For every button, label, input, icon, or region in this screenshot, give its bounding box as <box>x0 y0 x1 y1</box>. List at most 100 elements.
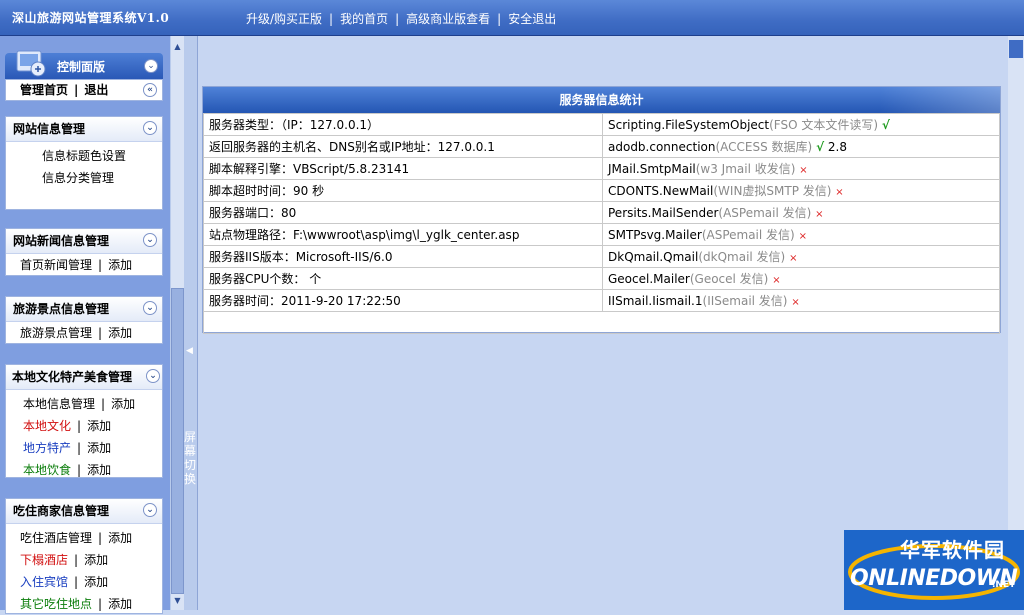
local-culture-link[interactable]: 本地文化 <box>23 419 71 433</box>
local-info-link[interactable]: 本地信息管理 <box>23 397 95 411</box>
server-info-cell: 站点物理路径：F:\wwwroot\asp\img\l_yglk_center.… <box>203 223 603 246</box>
title-decoration <box>880 87 1000 113</box>
merchant-panel: 吃住商家信息管理 ⌄ 吃住酒店管理 | 添加 下榻酒店 | 添加 入住宾馆 | 添加 其它吃住… <box>5 498 163 614</box>
collapse-sidebar-arrow-icon[interactable]: ◀ <box>186 346 193 356</box>
chevron-down-icon[interactable]: ⌄ <box>143 121 157 135</box>
hotel-manage-link[interactable]: 吃住酒店管理 <box>20 531 92 545</box>
nav-separator: | <box>497 12 502 26</box>
table-row: 服务器类型：（IP：127.0.0.1） Scripting.FileSystem… <box>203 113 1000 136</box>
local-specialty-link[interactable]: 地方特产 <box>23 441 71 455</box>
component-desc: (dkQmail 发信) <box>698 250 786 264</box>
table-row: 服务器端口：80 Persits.MailSender(ASPemail 发信) … <box>203 201 1000 224</box>
scroll-up-arrow-icon[interactable]: ▲ <box>173 42 182 51</box>
table-row-empty <box>203 311 1000 334</box>
menu-item-local-food: 本地饮食 | 添加 <box>23 463 112 477</box>
add-scenic-link[interactable]: 添加 <box>108 326 132 340</box>
chevron-down-icon[interactable]: ⌄ <box>143 301 157 315</box>
component-name: JMail.SmtpMail <box>608 162 696 176</box>
my-home-link[interactable]: 我的首页 <box>340 12 388 26</box>
admin-home-link[interactable]: 管理首页 <box>20 83 68 97</box>
server-info-cell: 服务器IIS版本：Microsoft-IIS/6.0 <box>203 245 603 268</box>
add-local-info-link[interactable]: 添加 <box>111 397 135 411</box>
component-cell: adodb.connection(ACCESS 数据库) √ 2.8 <box>602 135 1000 158</box>
server-info-panel: 服务器信息统计 服务器类型：（IP：127.0.0.1） Scripting.Fi… <box>202 86 1001 334</box>
app-title: 深山旅游网站管理系统V1.0 <box>12 11 170 25</box>
component-name: DkQmail.Qmail <box>608 250 699 264</box>
component-cell: Scripting.FileSystemObject(FSO 文本文件读写) √ <box>602 113 1000 136</box>
chevron-down-icon[interactable]: ⌄ <box>144 59 158 73</box>
cross-icon: × <box>772 275 781 286</box>
component-desc: (FSO 文本文件读写) <box>769 118 879 132</box>
culture-panel: 本地文化特产美食管理 ⌄ 本地信息管理 | 添加 本地文化 | 添加 地方特产 | 添加 本地… <box>5 364 163 478</box>
component-desc: (w3 Jmail 收发信) <box>695 162 796 176</box>
scenic-manage-link[interactable]: 旅游景点管理 <box>20 326 92 340</box>
menu-item-title-color[interactable]: 信息标题色设置 <box>6 145 162 167</box>
component-desc: (IISemail 发信) <box>702 294 788 308</box>
component-desc: (ACCESS 数据库) <box>715 140 813 154</box>
component-desc: (WIN虚拟SMTP 发信) <box>713 184 832 198</box>
server-info-cell: 服务器类型：（IP：127.0.0.1） <box>203 113 603 136</box>
component-name: adodb.connection <box>608 140 716 154</box>
main-scroll-thumb[interactable] <box>1009 40 1023 58</box>
table-row: 站点物理路径：F:\wwwroot\asp\img\l_yglk_center.… <box>203 223 1000 246</box>
add-hotel-link[interactable]: 添加 <box>108 531 132 545</box>
control-panel-logo-icon <box>16 50 46 77</box>
logout-link[interactable]: 安全退出 <box>508 12 556 26</box>
upgrade-link[interactable]: 升级/购买正版 <box>246 12 322 26</box>
chevron-down-icon[interactable]: ⌄ <box>143 503 157 517</box>
top-nav: 升级/购买正版 | 我的首页 | 高级商业版查看 | 安全退出 <box>246 10 556 27</box>
sidebar-scrollbar[interactable]: ▲ ▼ <box>171 36 184 610</box>
nav-separator: | <box>395 12 400 26</box>
component-desc: (ASPemail 发信) <box>701 228 795 242</box>
guesthouse-link[interactable]: 入住宾馆 <box>20 575 68 589</box>
menu-item-scenic: 旅游景点管理 | 添加 <box>20 326 133 340</box>
other-places-link[interactable]: 其它吃住地点 <box>20 597 92 611</box>
server-info-cell: 脚本解释引擎：VBScript/5.8.23141 <box>203 157 603 180</box>
scroll-down-arrow-icon[interactable]: ▼ <box>173 596 182 605</box>
watermark-net-text: .NET <box>992 580 1016 590</box>
table-row: 服务器IIS版本：Microsoft-IIS/6.0 DkQmail.Qmail(… <box>203 245 1000 268</box>
menu-item-local-info: 本地信息管理 | 添加 <box>23 397 136 411</box>
menu-item-info-category[interactable]: 信息分类管理 <box>6 167 162 189</box>
server-info-title: 服务器信息统计 <box>203 87 1000 113</box>
local-food-link[interactable]: 本地饮食 <box>23 463 71 477</box>
pipe-separator: | <box>74 83 79 97</box>
component-name: IISmail.Iismail.1 <box>608 294 703 308</box>
panel-title[interactable]: 网站信息管理 ⌄ <box>6 117 162 142</box>
add-local-culture-link[interactable]: 添加 <box>87 419 111 433</box>
exit-link[interactable]: 退出 <box>84 83 108 97</box>
menu-item-lodging-hotel: 下榻酒店 | 添加 <box>20 553 109 567</box>
panel-title[interactable]: 网站新闻信息管理 ⌄ <box>6 229 162 254</box>
main-scrollbar[interactable] <box>1008 36 1024 610</box>
add-local-food-link[interactable]: 添加 <box>87 463 111 477</box>
add-news-link[interactable]: 添加 <box>108 258 132 272</box>
add-lodging-hotel-link[interactable]: 添加 <box>84 553 108 567</box>
component-name: Persits.MailSender <box>608 206 719 220</box>
add-other-place-link[interactable]: 添加 <box>108 597 132 611</box>
lodging-hotel-link[interactable]: 下榻酒店 <box>20 553 68 567</box>
chevron-down-icon[interactable]: ⌄ <box>143 233 157 247</box>
news-panel: 网站新闻信息管理 ⌄ 首页新闻管理 | 添加 <box>5 228 163 276</box>
site-info-panel: 网站信息管理 ⌄ 信息标题色设置 信息分类管理 <box>5 116 163 210</box>
pro-version-link[interactable]: 高级商业版查看 <box>406 12 490 26</box>
add-guesthouse-link[interactable]: 添加 <box>84 575 108 589</box>
menu-item-news: 首页新闻管理 | 添加 <box>20 258 133 272</box>
server-info-cell: 服务器时间：2011-9-20 17:22:50 <box>203 289 603 312</box>
component-cell: DkQmail.Qmail(dkQmail 发信) × <box>602 245 1000 268</box>
table-row: 服务器时间：2011-9-20 17:22:50 IISmail.Iismail.… <box>203 289 1000 312</box>
component-desc: (ASPemail 发信) <box>718 206 812 220</box>
sidebar-splitter: ▲ ▼ ◀ <box>170 36 197 610</box>
component-cell: JMail.SmtpMail(w3 Jmail 收发信) × <box>602 157 1000 180</box>
control-panel-header: 控制面版 ⌄ <box>5 50 163 79</box>
chevron-left-icon[interactable]: « <box>143 83 157 97</box>
panel-title[interactable]: 吃住商家信息管理 ⌄ <box>6 499 162 524</box>
panel-title[interactable]: 旅游景点信息管理 ⌄ <box>6 297 162 322</box>
top-bar: 深山旅游网站管理系统V1.0 升级/购买正版 | 我的首页 | 高级商业版查看 | 安全退出 <box>0 0 1024 36</box>
panel-title[interactable]: 本地文化特产美食管理 ⌄ <box>6 365 162 390</box>
component-name: SMTPsvg.Mailer <box>608 228 702 242</box>
add-local-specialty-link[interactable]: 添加 <box>87 441 111 455</box>
component-cell: CDONTS.NewMail(WIN虚拟SMTP 发信) × <box>602 179 1000 202</box>
home-news-link[interactable]: 首页新闻管理 <box>20 258 92 272</box>
chevron-down-icon[interactable]: ⌄ <box>146 369 160 383</box>
screen-switch-toggle[interactable]: 屏幕切换 <box>183 430 197 486</box>
